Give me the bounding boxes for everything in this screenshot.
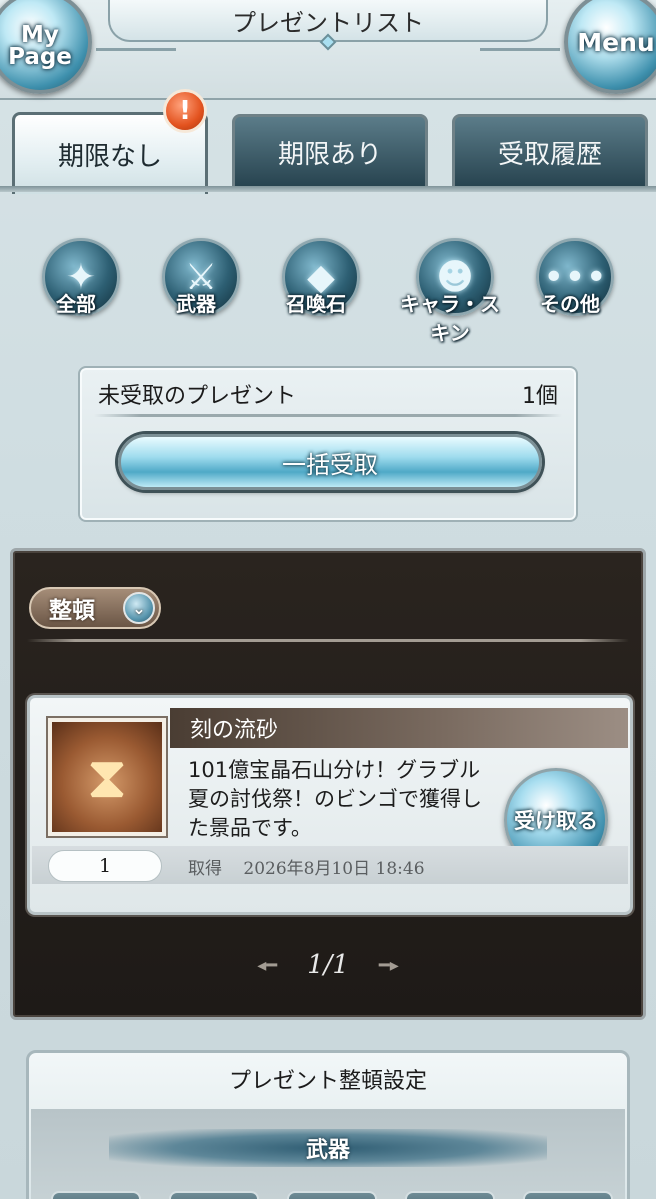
chevron-down-icon: ⌄ <box>123 592 155 624</box>
page-title: プレゼントリスト <box>232 8 424 37</box>
category-label: 武器 <box>176 292 216 316</box>
divider <box>27 639 629 642</box>
sort-settings-panel: プレゼント整頓設定 武器 <box>26 1050 630 1199</box>
hourglass-icon: ⧗ <box>48 718 166 836</box>
category-character[interactable]: ☻ キャラ・スキン <box>400 228 500 345</box>
sort-label: 整頓 <box>49 598 95 624</box>
settings-option[interactable] <box>405 1191 495 1199</box>
unreceived-row: 未受取のプレゼント 1個 <box>98 378 558 410</box>
tab-no-expiry[interactable]: 期限なし ! <box>12 89 208 194</box>
settings-option[interactable] <box>51 1191 141 1199</box>
present-item: ⧗ 刻の流砂 101億宝晶石山分け！グラブル夏の討伐祭！のビンゴで獲得した景品で… <box>27 695 633 915</box>
settings-option[interactable] <box>523 1191 613 1199</box>
tab-bar: 期限なし ! 期限あり 受取履歴 <box>0 89 656 194</box>
prev-page-icon[interactable]: ◂━ <box>257 955 277 976</box>
page-title-bar: プレゼントリスト <box>108 0 548 51</box>
settings-section-weapon: 武器 <box>109 1129 547 1167</box>
category-weapon[interactable]: ⚔ 武器 <box>146 228 246 328</box>
tab-label: 受取履歴 <box>497 139 602 170</box>
category-filter: ✦ 全部 ⚔ 武器 ◆ 召喚石 ☻ キャラ・スキン ••• その他 <box>0 228 656 345</box>
category-label: 召喚石 <box>286 292 346 316</box>
acquired-label: 取得 <box>188 859 222 879</box>
item-name: 刻の流砂 <box>170 708 628 748</box>
menu-button[interactable]: Menu <box>564 0 656 94</box>
category-label: 全部 <box>56 292 96 316</box>
settings-title: プレゼント整頓設定 <box>228 1069 427 1094</box>
unreceived-panel: 未受取のプレゼント 1個 一括受取 <box>78 366 578 522</box>
unreceived-count: 1個 <box>522 384 558 409</box>
settings-option[interactable] <box>169 1191 259 1199</box>
next-page-icon[interactable]: ━▸ <box>379 955 399 976</box>
item-description: 101億宝晶石山分け！グラブル夏の討伐祭！のビンゴで獲得した景品です。 <box>188 758 482 840</box>
divider <box>94 414 562 417</box>
tab-label: 期限なし <box>57 142 162 172</box>
sort-button[interactable]: 整頓 ⌄ <box>29 587 161 629</box>
mypage-button[interactable]: My Page <box>0 0 92 94</box>
header: プレゼントリスト My Page Menu <box>0 0 656 100</box>
header-ornament-right <box>480 48 560 51</box>
alert-badge-icon: ! <box>163 89 207 133</box>
present-list-panel: 整頓 ⌄ ⧗ 刻の流砂 101億宝晶石山分け！グラブル夏の討伐祭！のビンゴで獲得… <box>10 548 646 1020</box>
category-label: その他 <box>540 292 600 316</box>
category-label: キャラ・スキン <box>400 292 500 345</box>
bulk-receive-button[interactable]: 一括受取 <box>118 434 542 490</box>
page-indicator: 1/1 <box>307 950 349 980</box>
tab-label: 期限あり <box>277 139 382 170</box>
category-other[interactable]: ••• その他 <box>520 228 620 328</box>
header-ornament-left <box>96 48 176 51</box>
item-quantity: 1 <box>48 850 162 882</box>
tab-underline <box>0 186 656 192</box>
pagination: ◂━ 1/1 ━▸ <box>13 945 643 985</box>
settings-option[interactable] <box>287 1191 377 1199</box>
category-summon[interactable]: ◆ 召喚石 <box>266 228 366 328</box>
category-all[interactable]: ✦ 全部 <box>26 228 126 328</box>
tab-with-expiry[interactable]: 期限あり <box>232 114 428 190</box>
unreceived-label: 未受取のプレゼント <box>98 384 297 409</box>
tab-history[interactable]: 受取履歴 <box>452 114 648 190</box>
acquired-info: 取得 2026年8月10日 18:46 <box>188 854 441 879</box>
acquired-date: 2026年8月10日 18:46 <box>243 859 425 879</box>
